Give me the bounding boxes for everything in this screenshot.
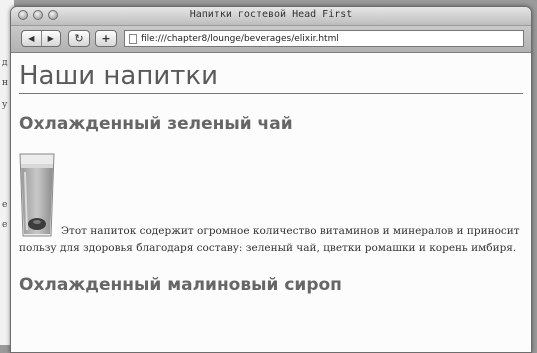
drink-description: Этот напиток содержит огромное количеств… [19,225,520,254]
add-bookmark-icon: + [101,32,111,45]
back-forward-buttons: ◀ ▶ [21,30,61,47]
fragment-glyph: е [2,200,8,210]
title-bar[interactable]: Напитки гостевой Head First [11,7,531,26]
drink-name: Охлажденный зеленый чай [19,114,293,134]
back-icon[interactable]: ◀ [22,34,41,43]
fragment-glyph: у [2,100,8,110]
fragment-glyph: д [2,58,8,68]
reload-button[interactable]: ↻ [68,30,90,47]
browser-toolbar: ◀ ▶ ↻ + file:///chapter8/lounge/beverage… [11,26,531,53]
page-heading: Наши напитки [19,61,523,94]
add-bookmark-button[interactable]: + [95,30,117,47]
page-content: Наши напитки Охлажденный зеленый чай Это… [11,53,531,352]
fragment-glyph: н [2,78,8,88]
browser-window: Напитки гостевой Head First ◀ ▶ ↻ + file… [10,6,532,353]
fragment-glyph: е [2,220,8,230]
forward-icon[interactable]: ▶ [41,34,60,43]
drink-description-block: Этот напиток содержит огромное количеств… [19,152,523,257]
address-url: file:///chapter8/lounge/beverages/elixir… [141,33,339,44]
drink-name: Охлажденный малиновый сироп [19,275,342,295]
window-title: Напитки гостевой Head First [189,9,353,20]
page-icon [129,33,137,44]
address-bar[interactable]: file:///chapter8/lounge/beverages/elixir… [124,30,524,47]
iced-tea-glass-image [19,152,55,240]
reload-icon: ↻ [74,32,84,45]
